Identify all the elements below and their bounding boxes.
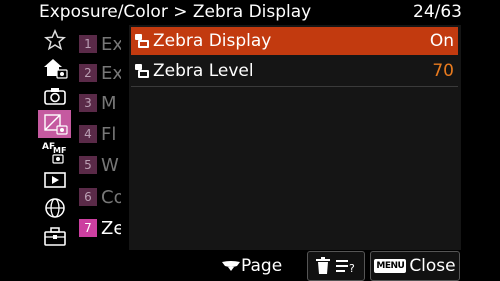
category-focus[interactable]: AF MF — [38, 138, 71, 166]
category-setup[interactable] — [38, 222, 71, 250]
submenu-number: 2 — [79, 64, 97, 82]
page-counter: 24/63 — [413, 2, 462, 22]
submenu-label: Ze — [101, 217, 121, 239]
submenu-number: 3 — [79, 94, 97, 112]
setting-row-zebra-level[interactable]: Zebra Level 70 — [131, 57, 458, 85]
network-icon — [44, 198, 65, 218]
star-icon — [43, 29, 66, 51]
svg-text:MF: MF — [53, 146, 66, 155]
submenu-number: 4 — [79, 125, 97, 143]
submenu-label: M — [101, 92, 117, 114]
close-button[interactable]: MENU Close — [370, 251, 460, 281]
category-favorites[interactable] — [38, 26, 71, 54]
list-help-icon: ? — [336, 260, 355, 274]
af-mf-icon: AF MF — [42, 142, 66, 164]
submenu-number: 7 — [79, 219, 97, 237]
header-bar: Exposure/Color > Zebra Display 24/63 — [0, 0, 500, 24]
setting-row-zebra-display[interactable]: Zebra Display On — [131, 27, 458, 55]
setting-label: Zebra Display — [153, 31, 272, 51]
dial-down-icon — [222, 261, 240, 271]
movie-camera-icon — [135, 34, 149, 48]
submenu-label: Co — [101, 186, 121, 208]
row-divider — [131, 86, 458, 87]
setting-value: On — [429, 31, 454, 51]
category-network[interactable] — [38, 194, 71, 222]
setting-label: Zebra Level — [153, 61, 254, 81]
footer-bar: Page ? MENU Close — [0, 250, 500, 281]
submenu-number: 5 — [79, 156, 97, 174]
exposure-camera-icon — [43, 114, 68, 135]
submenu-label: W — [101, 154, 119, 176]
category-playback[interactable] — [38, 166, 71, 194]
submenu-item[interactable]: 1 Ex — [76, 30, 124, 58]
submenu-item[interactable]: 4 Fl — [76, 120, 124, 148]
svg-text:?: ? — [349, 262, 355, 274]
category-exposure-color[interactable] — [38, 110, 71, 138]
submenu-label: Ex — [101, 33, 121, 55]
playback-icon — [43, 172, 66, 188]
page-label: Page — [241, 256, 283, 276]
submenu-column: 1 Ex 2 Ex 3 M 4 Fl 5 W 6 Co 7 Ze — [76, 26, 124, 250]
submenu-item[interactable]: 3 M — [76, 89, 124, 117]
submenu-number: 6 — [79, 188, 97, 206]
setting-value: 70 — [432, 61, 454, 81]
submenu-item[interactable]: 2 Ex — [76, 59, 124, 87]
delete-sort-button[interactable]: ? — [307, 251, 365, 281]
movie-camera-icon — [135, 64, 149, 78]
submenu-number: 1 — [79, 35, 97, 53]
submenu-item-active[interactable]: 7 Ze — [76, 214, 124, 242]
breadcrumb-title: Exposure/Color > Zebra Display — [39, 2, 312, 22]
camera-icon — [43, 88, 66, 105]
category-column: AF MF — [38, 26, 71, 250]
submenu-label: Fl — [101, 123, 117, 145]
category-shooting[interactable] — [38, 82, 71, 110]
submenu-item[interactable]: 5 W — [76, 151, 124, 179]
trash-icon — [316, 257, 330, 274]
home-camera-icon — [43, 59, 68, 79]
submenu-label: Ex — [101, 62, 121, 84]
settings-panel: Zebra Display On Zebra Level 70 — [129, 25, 461, 250]
submenu-item[interactable]: 6 Co — [76, 183, 124, 211]
menu-key-icon: MENU — [374, 259, 407, 273]
close-label: Close — [409, 256, 456, 276]
category-main[interactable] — [38, 54, 71, 82]
toolbox-icon — [43, 227, 66, 246]
page-button[interactable]: Page — [221, 254, 282, 278]
